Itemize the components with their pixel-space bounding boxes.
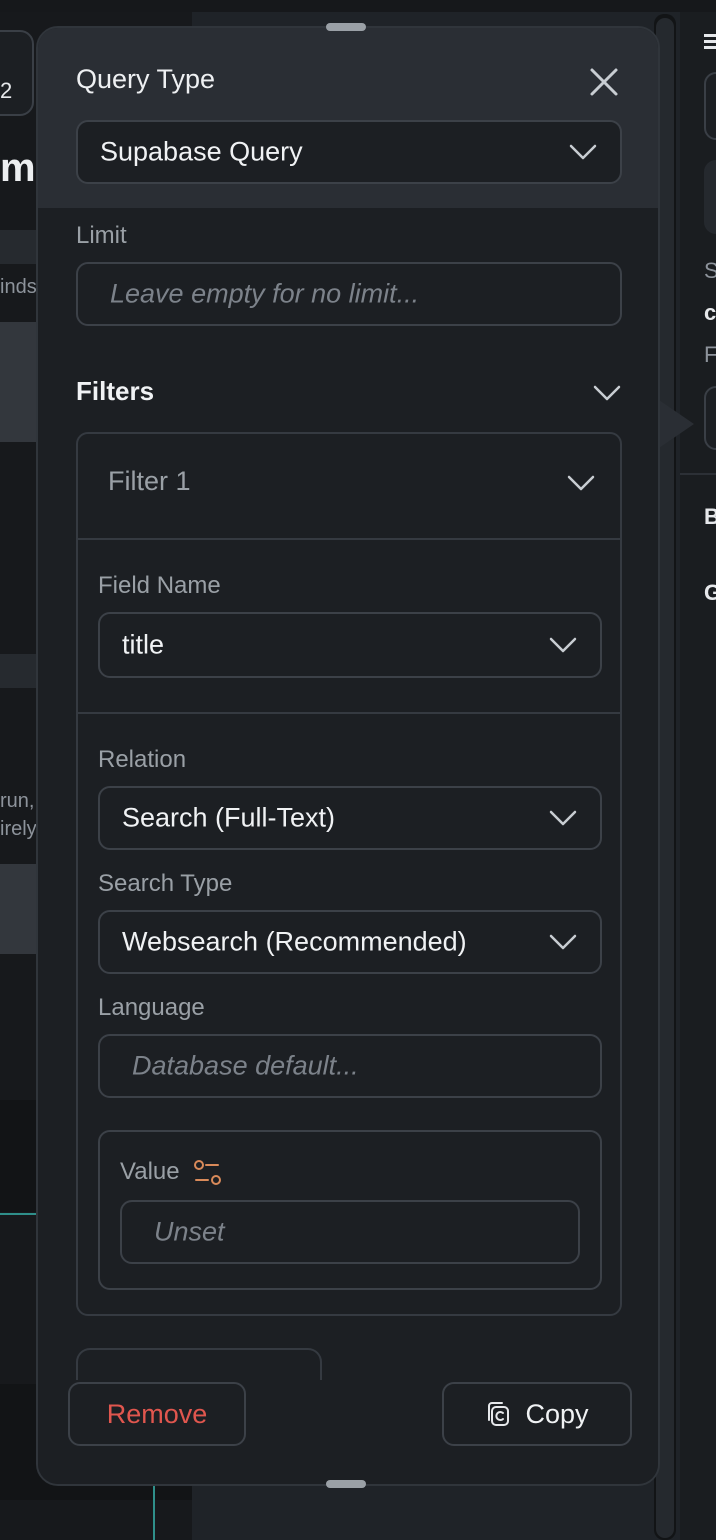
bg-band (0, 1100, 40, 1212)
popover-pointer (656, 398, 694, 450)
query-type-panel: Query Type Supabase Query Limit Leave em… (36, 26, 660, 1486)
divider (78, 538, 620, 540)
chevron-down-icon (549, 637, 577, 653)
bg-band (0, 654, 40, 688)
chevron-down-icon (569, 144, 597, 160)
bg-text-fragment: inds (0, 276, 37, 298)
bg-right-text: B (704, 504, 716, 529)
query-type-value: Supabase Query (100, 136, 303, 167)
language-placeholder: Database default... (132, 1050, 359, 1081)
field-name-value: title (122, 629, 165, 660)
field-name-label: Field Name (98, 572, 221, 599)
drag-handle-bottom[interactable] (326, 1480, 366, 1488)
bg-band (0, 230, 40, 264)
panel-title: Query Type (76, 64, 216, 94)
chevron-down-icon (549, 810, 577, 826)
bg-accent-line (153, 1484, 155, 1540)
next-item-peek (76, 1348, 322, 1380)
bg-right-field[interactable] (704, 72, 716, 140)
close-icon[interactable] (586, 64, 622, 100)
bg-right-text: F (704, 342, 716, 367)
variable-toggle-icon[interactable] (194, 1160, 222, 1186)
background-right-pane (680, 12, 716, 1540)
filter-card: Filter 1 Field Name title Relation Searc… (76, 432, 622, 1316)
filters-title: Filters (76, 376, 155, 406)
search-type-select[interactable]: Websearch (Recommended) (98, 910, 602, 974)
search-type-value: Websearch (Recommended) (122, 926, 467, 957)
chevron-down-icon[interactable] (566, 474, 596, 492)
limit-input[interactable]: Leave empty for no limit... (76, 262, 622, 326)
search-type-label: Search Type (98, 870, 233, 897)
drag-handle-top[interactable] (326, 23, 366, 31)
panel-header: Query Type Supabase Query (38, 28, 658, 208)
field-name-select[interactable]: title (98, 612, 602, 678)
bg-right-field[interactable] (704, 386, 716, 450)
bg-band (0, 864, 40, 954)
language-label: Language (98, 994, 205, 1021)
filter-title[interactable]: Filter 1 (108, 466, 191, 497)
bg-right-divider (680, 473, 716, 475)
limit-label: Limit (76, 222, 127, 249)
value-card: Value Unset (98, 1130, 602, 1290)
top-bar (0, 0, 716, 12)
chevron-down-icon[interactable] (592, 384, 622, 402)
relation-select[interactable]: Search (Full-Text) (98, 786, 602, 850)
query-type-select[interactable]: Supabase Query (76, 120, 622, 184)
bg-right-text: S (704, 258, 716, 283)
relation-value: Search (Full-Text) (122, 802, 336, 833)
language-input[interactable]: Database default... (98, 1034, 602, 1098)
value-label: Value (120, 1158, 180, 1185)
value-placeholder: Unset (154, 1216, 225, 1247)
bg-right-field[interactable] (704, 160, 716, 234)
bg-right-text: G (704, 580, 716, 605)
bg-text-fragment: irely (0, 818, 37, 840)
divider (78, 712, 620, 714)
copy-button[interactable]: Copy (442, 1382, 632, 1446)
copy-icon (488, 1402, 510, 1426)
menu-icon[interactable] (704, 32, 716, 50)
bg-accent-line (0, 1213, 40, 1215)
bg-text-fragment: run, (0, 790, 35, 812)
relation-label: Relation (98, 746, 187, 773)
bg-band (0, 322, 40, 442)
bg-heading: m (0, 146, 36, 190)
chevron-down-icon (549, 934, 577, 950)
limit-placeholder: Leave empty for no limit... (110, 278, 420, 309)
remove-button[interactable]: Remove (68, 1382, 246, 1446)
copy-label: Copy (525, 1398, 589, 1429)
value-input[interactable]: Unset (120, 1200, 580, 1264)
bg-chip-text: 2 (0, 78, 13, 103)
bg-right-text: c (704, 300, 716, 325)
